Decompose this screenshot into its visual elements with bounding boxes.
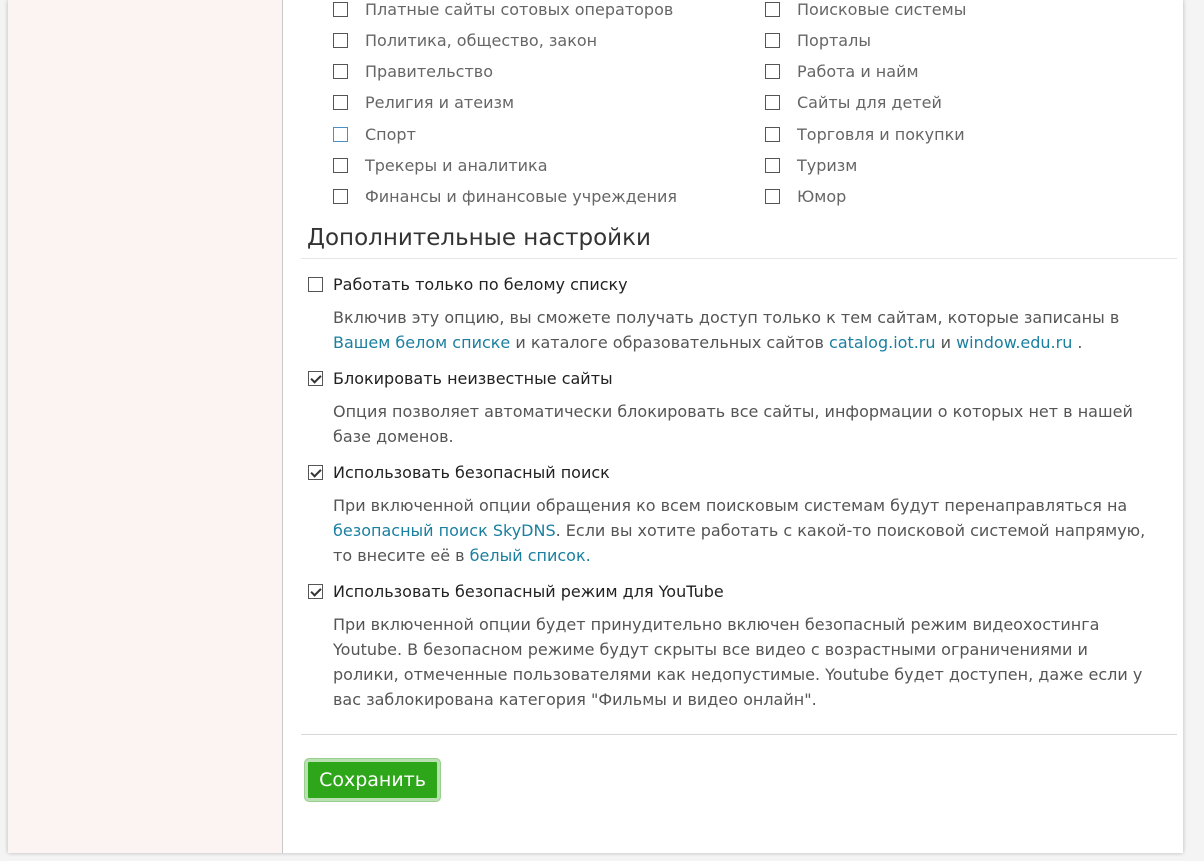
catalog-link[interactable]: catalog.iot.ru	[829, 333, 935, 352]
category-label: Спорт	[365, 124, 416, 144]
category-label: Работа и найм	[797, 61, 919, 81]
category-checkbox[interactable]	[333, 32, 348, 48]
whitelist-only-checkbox[interactable]	[308, 276, 323, 292]
category-checkbox[interactable]	[333, 63, 348, 79]
description-text: и каталоге образовательных сайтов	[510, 333, 830, 352]
category-checkbox[interactable]	[765, 126, 780, 142]
description-text: При включенной опции обращения ко всем п…	[333, 496, 1128, 515]
option-safe-search: Использовать безопасный поиск При включе…	[308, 462, 1158, 568]
category-item[interactable]: Финансы и финансовые учреждения	[333, 186, 677, 206]
whitelist-link[interactable]: Вашем белом списке	[333, 333, 510, 352]
option-description: Опция позволяет автоматически блокироват…	[333, 402, 1133, 446]
category-item[interactable]: Торговля и покупки	[765, 124, 965, 144]
category-item[interactable]: Туризм	[765, 155, 857, 175]
category-checkbox[interactable]	[333, 94, 348, 110]
category-checkbox[interactable]	[765, 157, 780, 173]
category-checkbox[interactable]	[765, 1, 780, 17]
category-item[interactable]: Религия и атеизм	[333, 92, 514, 112]
option-description: При включенной опции будет принудительно…	[333, 615, 1143, 709]
option-description: Включив эту опцию, вы сможете получать д…	[333, 305, 1158, 355]
youtube-safe-checkbox[interactable]	[308, 583, 323, 599]
settings-content: Платные сайты сотовых операторов Политик…	[284, 0, 1183, 853]
category-checkbox[interactable]	[333, 188, 348, 204]
category-label: Поисковые системы	[797, 0, 967, 19]
option-label: Работать только по белому списку	[333, 274, 628, 294]
category-label: Сайты для детей	[797, 92, 942, 112]
category-item[interactable]: Спорт	[333, 124, 416, 144]
category-label: Порталы	[797, 30, 871, 50]
section-title: Дополнительные настройки	[307, 225, 651, 251]
option-header[interactable]: Блокировать неизвестные сайты	[308, 368, 1158, 388]
category-label: Финансы и финансовые учреждения	[365, 186, 678, 206]
category-label: Юмор	[797, 186, 847, 206]
safe-search-checkbox[interactable]	[308, 464, 323, 480]
category-label: Религия и атеизм	[365, 92, 515, 112]
page-frame: Платные сайты сотовых операторов Политик…	[8, 0, 1183, 853]
category-item[interactable]: Трекеры и аналитика	[333, 155, 548, 175]
option-label: Использовать безопасный режим для YouTub…	[333, 581, 724, 601]
option-description: При включенной опции обращения ко всем п…	[333, 493, 1158, 568]
category-label: Туризм	[797, 155, 858, 175]
category-item[interactable]: Политика, общество, закон	[333, 30, 597, 50]
option-whitelist-only: Работать только по белому списку Включив…	[308, 274, 1158, 355]
category-checkbox[interactable]	[333, 1, 348, 17]
option-header[interactable]: Использовать безопасный режим для YouTub…	[308, 581, 1158, 601]
category-label: Платные сайты сотовых операторов	[365, 0, 674, 19]
category-item[interactable]: Работа и найм	[765, 61, 919, 81]
description-text: Включив эту опцию, вы сможете получать д…	[333, 308, 1120, 327]
category-checkbox[interactable]	[765, 188, 780, 204]
category-label: Политика, общество, закон	[365, 30, 598, 50]
option-header[interactable]: Использовать безопасный поиск	[308, 462, 1158, 482]
block-unknown-checkbox[interactable]	[308, 370, 323, 386]
divider	[301, 734, 1177, 735]
safe-search-link[interactable]: безопасный поиск SkyDNS	[333, 521, 556, 540]
option-label: Использовать безопасный поиск	[333, 462, 610, 482]
category-checkbox[interactable]	[765, 94, 780, 110]
white-list-link[interactable]: белый список.	[470, 546, 591, 565]
sidebar	[8, 0, 283, 853]
category-checkbox[interactable]	[333, 126, 348, 142]
description-text: .	[1072, 333, 1083, 352]
category-checkbox[interactable]	[333, 157, 348, 173]
category-item[interactable]: Порталы	[765, 30, 871, 50]
category-item[interactable]: Юмор	[765, 186, 846, 206]
category-item[interactable]: Правительство	[333, 61, 493, 81]
option-header[interactable]: Работать только по белому списку	[308, 274, 1158, 294]
window-edu-link[interactable]: window.edu.ru	[956, 333, 1072, 352]
category-label: Торговля и покупки	[797, 124, 965, 144]
category-checkbox[interactable]	[765, 63, 780, 79]
category-label: Правительство	[365, 61, 493, 81]
description-text: и	[935, 333, 957, 352]
category-checkbox[interactable]	[765, 32, 780, 48]
category-label: Трекеры и аналитика	[365, 155, 548, 175]
option-label: Блокировать неизвестные сайты	[333, 368, 613, 388]
option-youtube-safe: Использовать безопасный режим для YouTub…	[308, 581, 1158, 712]
option-block-unknown: Блокировать неизвестные сайты Опция позв…	[308, 368, 1158, 449]
category-item[interactable]: Поисковые системы	[765, 0, 966, 19]
divider	[301, 258, 1177, 259]
save-button[interactable]: Сохранить	[305, 759, 440, 801]
category-item[interactable]: Платные сайты сотовых операторов	[333, 0, 673, 19]
category-item[interactable]: Сайты для детей	[765, 92, 942, 112]
